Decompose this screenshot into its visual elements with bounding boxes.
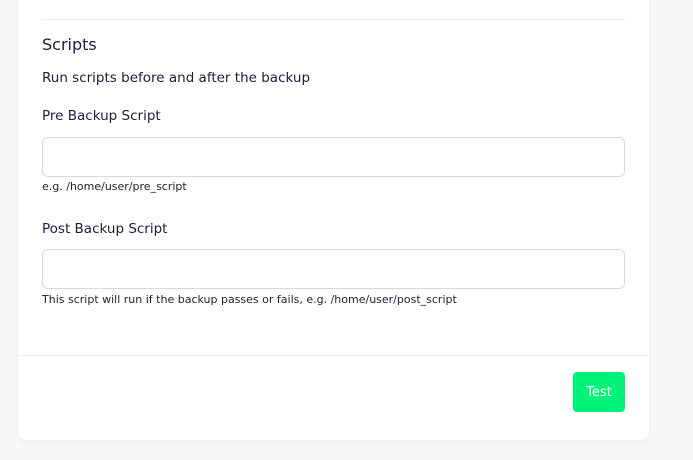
section-divider (42, 19, 625, 20)
post-backup-script-help: This script will run if the backup passe… (42, 293, 457, 306)
footer-divider (18, 355, 649, 356)
pre-backup-script-label: Pre Backup Script (42, 108, 161, 124)
post-backup-script-input[interactable] (42, 249, 625, 289)
pre-backup-script-input[interactable] (42, 137, 625, 177)
section-title: Scripts (42, 35, 97, 54)
post-backup-script-label: Post Backup Script (42, 221, 168, 237)
pre-backup-script-help: e.g. /home/user/pre_script (42, 180, 187, 193)
test-button[interactable]: Test (573, 372, 625, 412)
section-description: Run scripts before and after the backup (42, 70, 311, 86)
scripts-settings-card: Scripts Run scripts before and after the… (18, 0, 649, 440)
